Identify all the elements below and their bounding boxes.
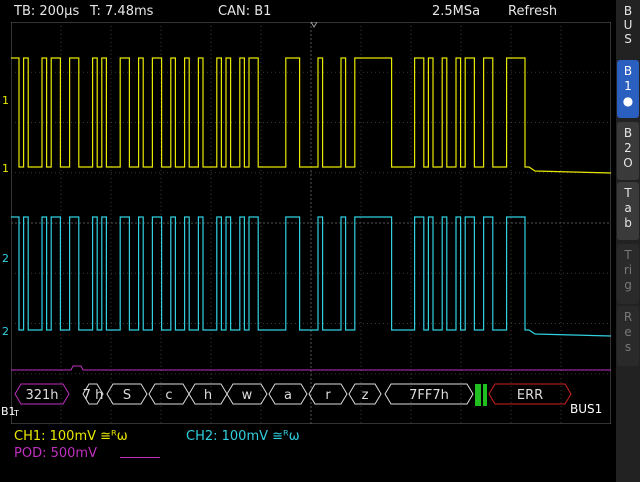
bus-b2-button[interactable]: B2 O: [617, 122, 639, 180]
ch2-scale: CH2: 100mV: [186, 429, 269, 444]
bus-b1-selected-icon: ●: [622, 94, 634, 108]
bus-side-menu: BUS B1 ● B2 O Tab Trig Res: [616, 0, 640, 482]
channel-info-bar: CH1: 100mV ≅ᴿω CH2: 100mV ≅ᴿω POD: 500mV: [0, 426, 616, 482]
ch2-coupling-icon: ≅ᴿω: [272, 429, 300, 444]
timebase-readout[interactable]: TB: 200µs: [14, 4, 79, 19]
bus-trigger-label: Trig: [623, 248, 633, 292]
decode-frame-label: r: [325, 388, 331, 403]
decode-frame-label: 321h: [25, 388, 58, 403]
bus-b2-label: B2: [623, 126, 633, 155]
decode-frame-label: 7FF7h: [409, 388, 449, 403]
status-bar: TB: 200µs T: 7.48ms CAN: B1 2.5MSa Refre…: [0, 0, 616, 22]
decode-frame-label: a: [284, 388, 292, 403]
ch1-info[interactable]: CH1: 100mV ≅ᴿω: [14, 429, 128, 444]
ack-marker: [475, 384, 481, 406]
ch1-upper-marker[interactable]: 1: [2, 94, 9, 107]
bus-readout[interactable]: CAN: B1: [218, 4, 271, 19]
bus-menu-title: BUS: [616, 4, 640, 46]
decode-frame-label: ERR: [517, 388, 543, 403]
trigger-marker: T: [14, 409, 19, 418]
ch1-ground-marker[interactable]: 1: [2, 162, 9, 175]
bus-b2-unselected-icon: O: [623, 156, 633, 170]
decode-frame-label: S: [123, 388, 131, 403]
decode-frame-label: w: [242, 388, 253, 403]
acquisition-mode[interactable]: Refresh: [508, 4, 557, 19]
decode-frame-label: z: [362, 388, 369, 403]
ch1-scale: CH1: 100mV: [14, 429, 97, 444]
pod-info[interactable]: POD: 500mV: [14, 446, 97, 461]
bus-results-label: Res: [623, 310, 633, 354]
bus-table-label: Tab: [624, 186, 632, 230]
trigger-time-readout[interactable]: T: 7.48ms: [90, 4, 153, 19]
pod-line-indicator: [120, 457, 160, 458]
bus-results-button[interactable]: Res: [617, 306, 639, 366]
waveform-display[interactable]: 321h 7 h Sc h w a r z 7FF7h ERR: [11, 22, 611, 424]
decode-frame-label: h: [204, 388, 212, 403]
ack-marker: [483, 384, 487, 406]
decode-frame-label: c: [165, 388, 172, 403]
ch1-coupling-icon: ≅ᴿω: [100, 429, 128, 444]
bus-name-label: BUS1: [570, 402, 603, 416]
bus-menu-title-text: BUS: [623, 4, 633, 46]
bus-trigger-button[interactable]: Trig: [617, 244, 639, 304]
decode-frame-label: 7 h: [83, 388, 104, 403]
ch2-info[interactable]: CH2: 100mV ≅ᴿω: [186, 429, 300, 444]
bus-b1-button[interactable]: B1 ●: [617, 60, 639, 118]
sample-rate-readout: 2.5MSa: [432, 4, 481, 19]
ch2-ground-marker[interactable]: 2: [2, 325, 9, 338]
ch2-upper-marker[interactable]: 2: [2, 252, 9, 265]
bus-table-button[interactable]: Tab: [617, 182, 639, 240]
bus-b1-label: B1: [623, 64, 633, 93]
